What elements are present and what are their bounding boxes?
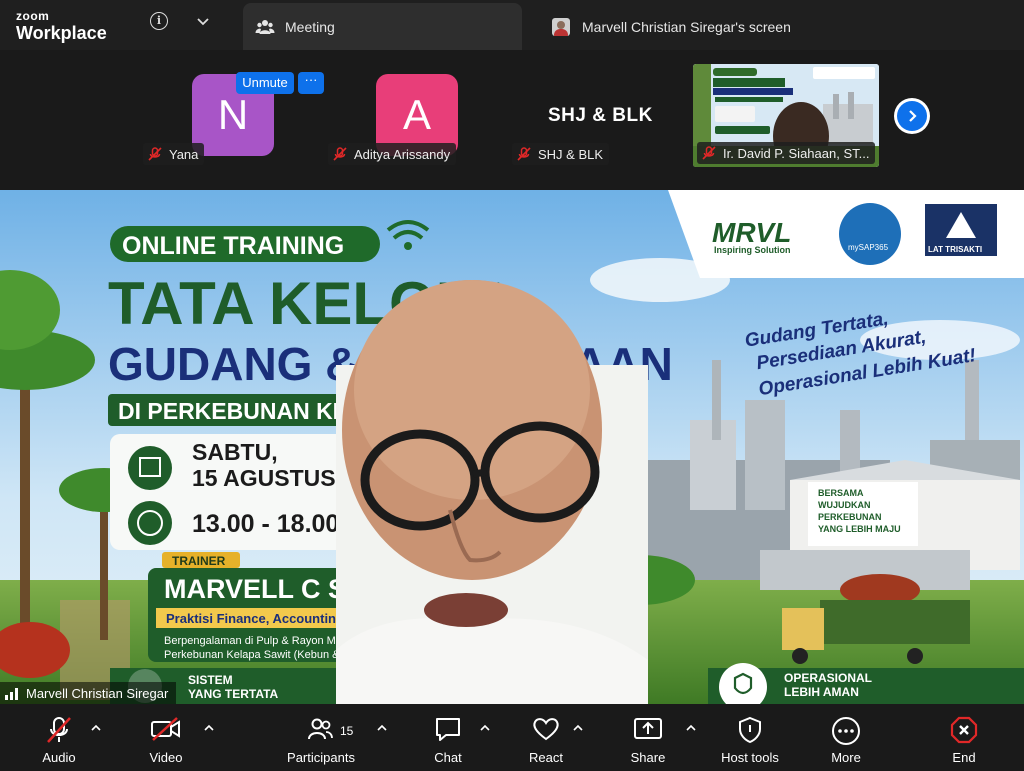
host-tools-label: Host tools (721, 750, 779, 765)
presenter-name-label: Marvell Christian Siregar (0, 682, 177, 704)
shared-screen: MRVL Inspiring Solution mySAP365 LAT TRI… (0, 190, 1024, 704)
logo-mrvl-sub: Inspiring Solution (714, 245, 791, 255)
logo-lat-trisakti: LAT TRISAKTI (928, 245, 982, 254)
app-brand: zoom Workplace (16, 10, 107, 42)
tab-shared-screen[interactable]: Marvell Christian Siregar's screen (552, 3, 992, 50)
participant-name-label: Yana (169, 146, 199, 162)
tab-meeting-label: Meeting (285, 18, 335, 35)
participant-name-yana: Yana (143, 143, 205, 165)
participant-name-shj: SHJ & BLK (512, 143, 610, 165)
logo-mysap: mySAP365 (848, 243, 889, 252)
share-button[interactable]: Share (626, 712, 670, 768)
video-off-icon (151, 717, 180, 741)
trainer-role: Praktisi Finance, Accounting (166, 611, 344, 626)
title-bar: zoom Workplace i Meeting Marvell Christi… (0, 0, 1024, 50)
end-button[interactable]: End (944, 712, 984, 768)
share-label: Share (630, 750, 666, 765)
participants-options-caret-icon[interactable] (377, 724, 387, 732)
info-icon[interactable]: i (150, 12, 168, 30)
trainer-tag: TRAINER (172, 554, 226, 568)
participant-name-label: Ir. David P. Siahaan, ST... (723, 145, 870, 161)
sign-line-4: YANG LEBIH MAJU (818, 524, 901, 534)
slide-date-day: SABTU, (192, 439, 278, 465)
brand-large: Workplace (16, 23, 107, 43)
share-screen-icon (634, 718, 662, 739)
audio-button[interactable]: Audio (36, 712, 82, 768)
participant-display-text[interactable]: SHJ & BLK (548, 105, 653, 127)
react-label: React (529, 750, 563, 765)
mic-muted-icon (333, 147, 347, 161)
participant-video-thumbnail[interactable]: Ir. David P. Siahaan, ST... (693, 64, 879, 167)
participant-name-label: Aditya Arissandy (354, 146, 451, 162)
chat-icon (436, 718, 460, 741)
mic-muted-icon (47, 717, 71, 743)
presenter-avatar (552, 17, 570, 36)
presenter-name: Marvell Christian Siregar (26, 685, 169, 701)
gallery-strip: N Unmute ··· Yana A Aditya Arissandy SHJ… (0, 50, 1024, 232)
slide-badge: ONLINE TRAINING (122, 232, 344, 260)
feature-2-a: OPERASIONAL (784, 671, 872, 685)
sign-line-1: BERSAMA (818, 488, 864, 498)
brand-small: zoom (16, 9, 50, 23)
chevron-right-icon (909, 110, 917, 122)
shared-slide: MRVL Inspiring Solution mySAP365 LAT TRI… (0, 190, 1024, 704)
feature-2-b: LEBIH AMAN (784, 685, 859, 699)
participant-name-label: SHJ & BLK (538, 146, 604, 162)
signal-icon (5, 688, 18, 700)
chat-label: Chat (434, 750, 462, 765)
mic-muted-icon (517, 147, 531, 161)
logo-mrvl: MRVL (712, 217, 791, 248)
tab-meeting[interactable]: Meeting (243, 3, 522, 50)
participants-label: Participants (287, 750, 355, 765)
chat-button[interactable]: Chat (428, 712, 468, 768)
sign-line-3: PERKEBUNAN (818, 512, 882, 522)
end-label: End (952, 750, 976, 765)
sign-line-2: WUJUDKAN (818, 500, 871, 510)
host-tools-button[interactable]: Host tools (714, 712, 786, 768)
video-button[interactable]: Video (144, 712, 188, 768)
participant-name-aditya: Aditya Arissandy (328, 143, 457, 165)
share-options-caret-icon[interactable] (686, 724, 696, 732)
audio-label: Audio (42, 750, 76, 765)
shield-icon (739, 716, 761, 744)
mic-muted-icon (702, 146, 716, 160)
more-button[interactable]: More (824, 712, 868, 768)
more-icon (832, 717, 860, 745)
participant-name-david: Ir. David P. Siahaan, ST... (697, 142, 876, 164)
feature-1-a: SISTEM (188, 673, 233, 687)
chat-options-caret-icon[interactable] (480, 724, 490, 732)
react-button[interactable]: React (524, 712, 568, 768)
participants-count: 15 (340, 724, 354, 738)
heart-icon (533, 718, 559, 741)
audio-options-caret-icon[interactable] (91, 724, 101, 732)
chevron-down-icon[interactable] (194, 12, 212, 30)
next-page-button[interactable] (894, 98, 930, 134)
participants-button[interactable]: 15 Participants (280, 712, 362, 768)
participants-icon (308, 718, 333, 740)
end-call-icon (950, 716, 978, 744)
participants-icon (255, 19, 275, 34)
video-options-caret-icon[interactable] (204, 724, 214, 732)
feature-1-b: YANG TERTATA (188, 687, 279, 701)
meeting-toolbar: Audio Video 15 Participants Chat React S… (0, 704, 1024, 771)
video-label: Video (149, 750, 183, 765)
unmute-button[interactable]: Unmute (236, 72, 294, 94)
more-options-button[interactable]: ··· (298, 72, 324, 94)
trainer-desc-1: Berpengalaman di Pulp & Rayon Mill, Fo (164, 635, 362, 647)
more-label: More (831, 750, 861, 765)
mic-muted-icon (148, 147, 162, 161)
zoom-window: zoom Workplace i Meeting Marvell Christi… (0, 0, 1024, 771)
react-options-caret-icon[interactable] (573, 724, 583, 732)
tab-shared-screen-label: Marvell Christian Siregar's screen (582, 18, 791, 35)
